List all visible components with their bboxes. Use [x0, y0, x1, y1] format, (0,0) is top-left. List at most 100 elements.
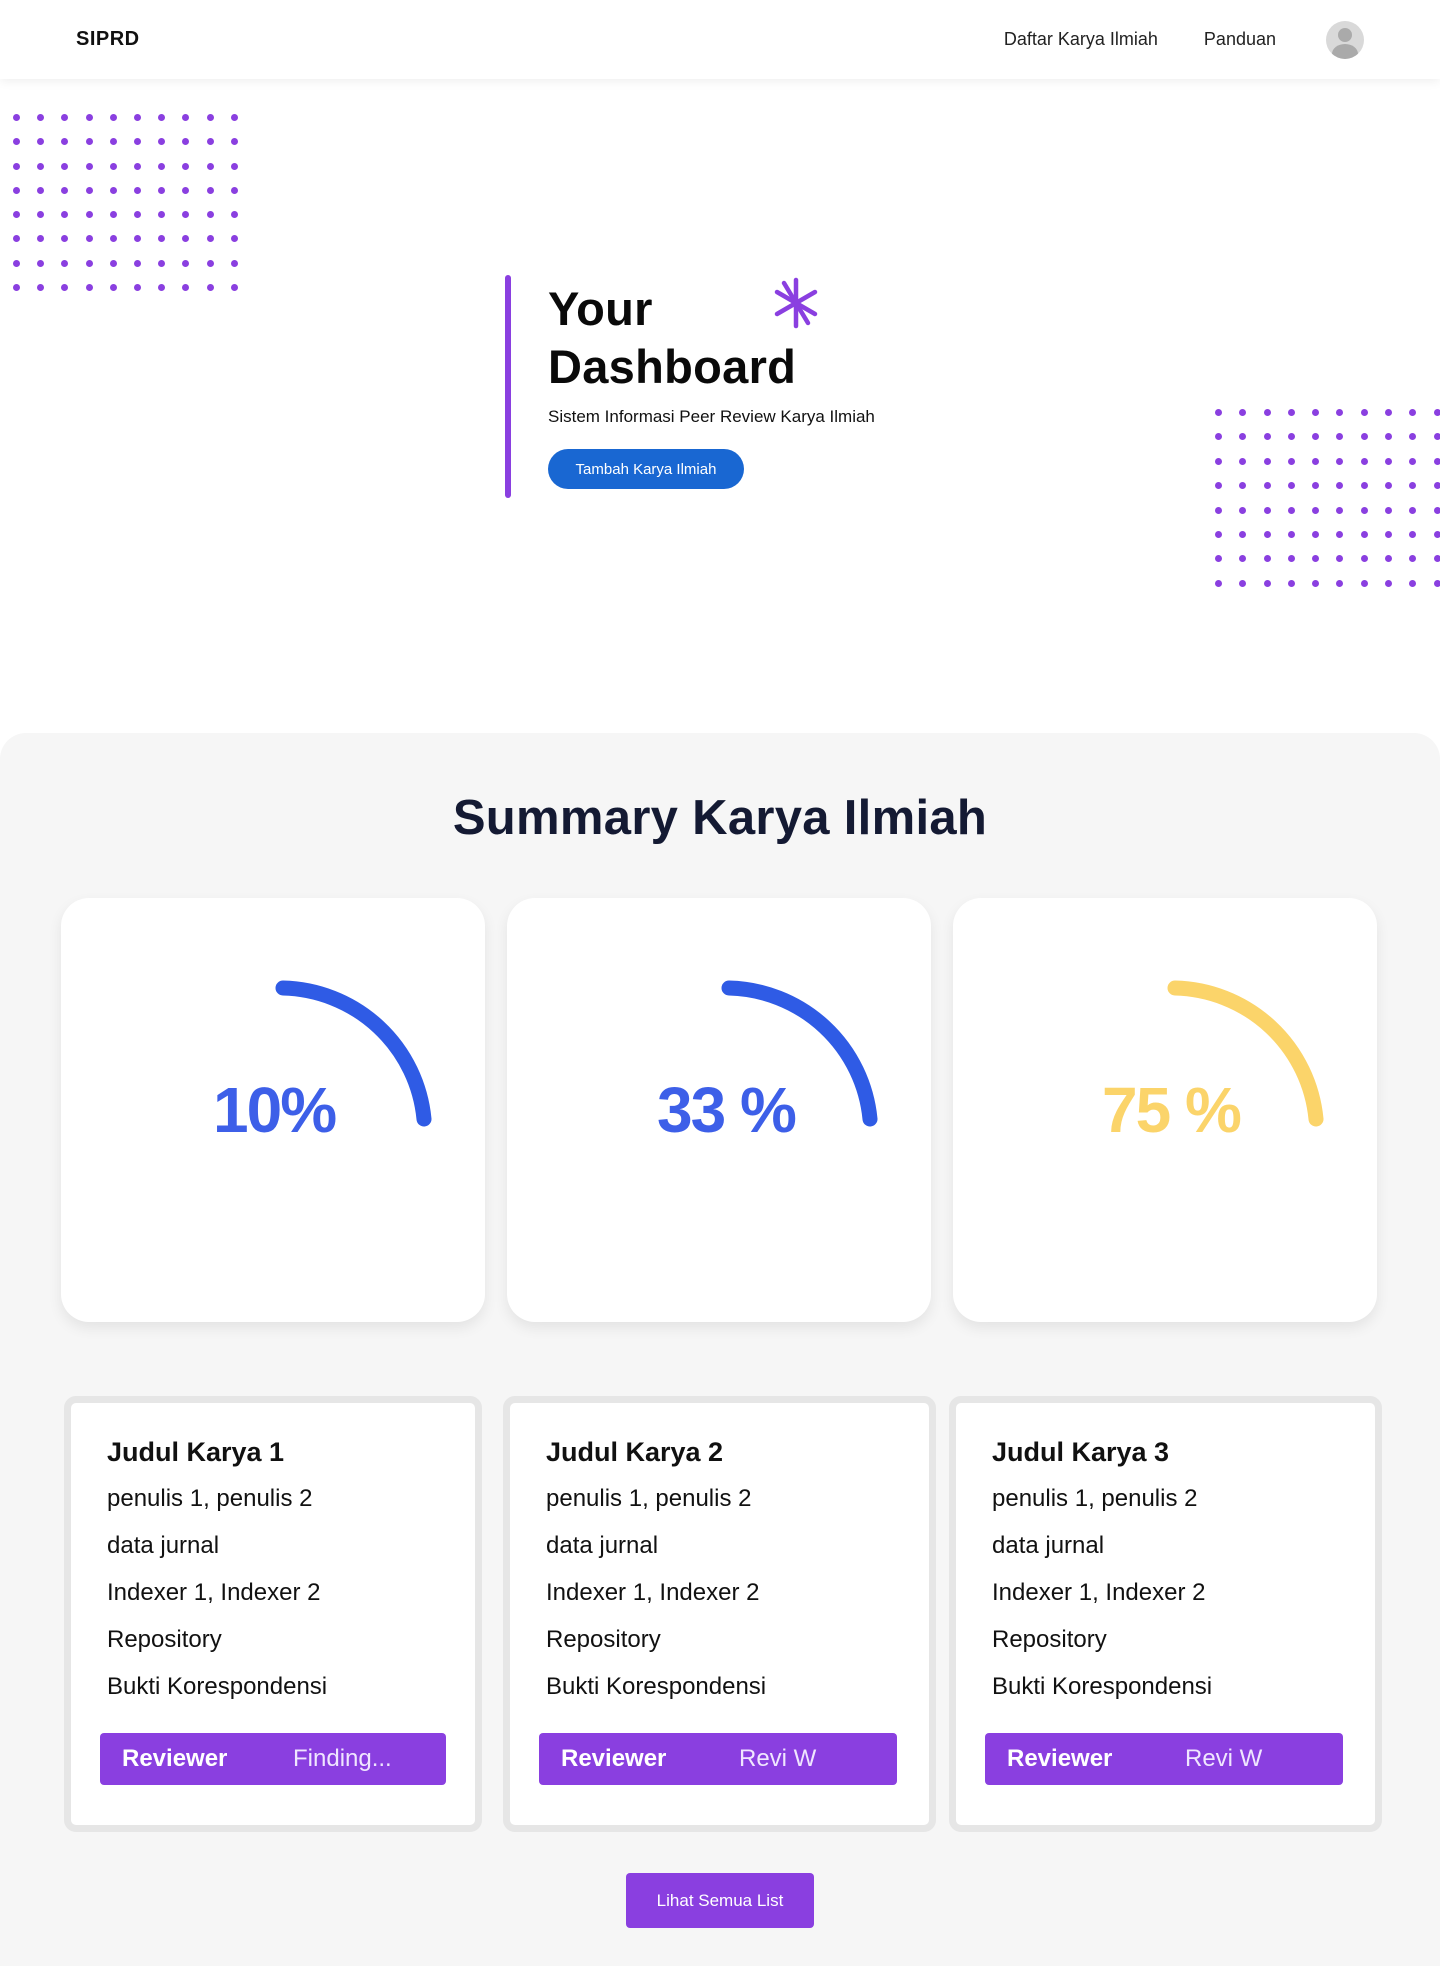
dot [133, 114, 141, 121]
view-all-list-button[interactable]: Lihat Semua List [626, 1873, 814, 1928]
work-authors: penulis 1, penulis 2 [992, 1485, 1198, 1512]
dot [1312, 433, 1320, 441]
dot [61, 162, 69, 170]
summary-title: Summary Karya Ilmiah [452, 791, 988, 845]
dot [37, 259, 45, 267]
dot [1360, 457, 1368, 465]
add-karya-ilmiah-button[interactable]: Tambah Karya Ilmiah [548, 449, 744, 489]
dot [133, 138, 141, 146]
work-title: Judul Karya 1 [107, 1437, 285, 1467]
work-evidence[interactable]: Bukti Korespondensi [107, 1673, 327, 1701]
dot [230, 211, 238, 219]
dot [1409, 457, 1417, 465]
work-repository[interactable]: Repository [107, 1626, 222, 1654]
dot [1385, 530, 1393, 538]
dot [182, 162, 190, 170]
work-indexers: Indexer 1, Indexer 2 [992, 1579, 1206, 1606]
dot [1312, 409, 1320, 416]
dot [133, 211, 141, 219]
reviewer-bar[interactable]: Reviewer Revi W [539, 1733, 897, 1785]
work-title: Judul Karya 3 [992, 1437, 1170, 1467]
dot [206, 284, 214, 292]
reviewer-label: Reviewer [561, 1745, 667, 1772]
dot [1239, 506, 1247, 514]
dot [1287, 555, 1295, 563]
dot [85, 211, 93, 219]
stat-card-2: 33 % [507, 898, 931, 1322]
dot [1312, 457, 1320, 465]
dot [182, 259, 190, 267]
work-journal: data jurnal [546, 1532, 659, 1559]
dot [61, 235, 69, 243]
reviewer-label: Reviewer [122, 1745, 228, 1772]
dot [37, 162, 45, 170]
dot [109, 138, 117, 146]
dot [1409, 433, 1417, 441]
dot [1263, 506, 1271, 514]
reviewer-label: Reviewer [1007, 1745, 1113, 1772]
dot [1409, 506, 1417, 514]
nav-link-panduan[interactable]: Panduan [1204, 29, 1276, 50]
dot [1312, 579, 1320, 587]
page-title: Your Dashboard [548, 280, 796, 396]
dot [61, 284, 69, 292]
brand-logo[interactable]: SIPRD [76, 28, 140, 51]
dot [1360, 506, 1368, 514]
dot [1433, 457, 1440, 465]
dot [109, 284, 117, 292]
dot [158, 284, 166, 292]
dot [1385, 579, 1393, 587]
dot [1385, 409, 1393, 416]
nav-link-daftar-karya-ilmiah[interactable]: Daftar Karya Ilmiah [1004, 29, 1158, 50]
dot [1360, 579, 1368, 587]
navbar: SIPRD Daftar Karya Ilmiah Panduan [0, 0, 1440, 79]
reviewer-bar[interactable]: Reviewer Finding... [100, 1733, 446, 1785]
dot [85, 162, 93, 170]
dot [1287, 409, 1295, 416]
dot [230, 162, 238, 170]
dot [13, 259, 20, 267]
dot [1433, 482, 1440, 490]
dot [1263, 579, 1271, 587]
dot [158, 186, 166, 194]
dot [206, 235, 214, 243]
dot [1336, 457, 1344, 465]
dot [61, 211, 69, 219]
reviewer-value: Finding... [293, 1745, 392, 1772]
dot [1215, 409, 1222, 416]
work-card-3[interactable]: Judul Karya 3 penulis 1, penulis 2 data … [949, 1396, 1382, 1832]
work-evidence[interactable]: Bukti Korespondensi [546, 1673, 766, 1701]
work-card-2[interactable]: Judul Karya 2 penulis 1, penulis 2 data … [503, 1396, 936, 1832]
dot [1409, 579, 1417, 587]
user-avatar-icon[interactable] [1326, 20, 1364, 59]
dot [158, 211, 166, 219]
dot [13, 186, 20, 194]
dot [1215, 457, 1222, 465]
asterisk-icon [774, 277, 818, 329]
work-indexers: Indexer 1, Indexer 2 [546, 1579, 760, 1606]
dot [37, 235, 45, 243]
work-card-1[interactable]: Judul Karya 1 penulis 1, penulis 2 data … [64, 1396, 482, 1832]
dot [1409, 409, 1417, 416]
reviewer-value: Revi W [739, 1745, 817, 1772]
dot [85, 235, 93, 243]
dot [61, 186, 69, 194]
stat-card-3: 75 % [953, 898, 1377, 1322]
dot [37, 284, 45, 292]
work-repository[interactable]: Repository [546, 1626, 661, 1654]
dot [13, 138, 20, 146]
dot [133, 235, 141, 243]
dot [1215, 579, 1222, 587]
reviewer-bar[interactable]: Reviewer Revi W [985, 1733, 1343, 1785]
dot [158, 162, 166, 170]
work-journal: data jurnal [107, 1532, 220, 1559]
work-repository[interactable]: Repository [992, 1626, 1107, 1654]
dot [206, 162, 214, 170]
dot [230, 138, 238, 146]
work-authors: penulis 1, penulis 2 [546, 1485, 752, 1512]
dot [85, 284, 93, 292]
dot [1239, 482, 1247, 490]
dot [109, 235, 117, 243]
dot [1336, 555, 1344, 563]
work-evidence[interactable]: Bukti Korespondensi [992, 1673, 1212, 1701]
